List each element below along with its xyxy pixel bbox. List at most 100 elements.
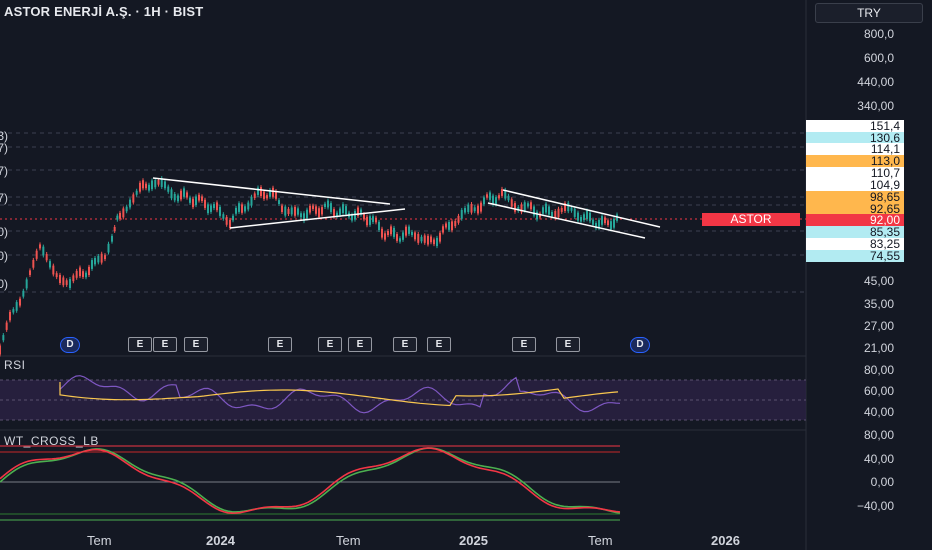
candle-body	[62, 277, 65, 286]
candle-body	[551, 211, 553, 217]
channel-lower-trendline	[487, 202, 646, 239]
candle-body	[345, 206, 347, 215]
candle-body	[294, 206, 296, 216]
time-axis-label: Tem	[588, 533, 613, 548]
time-axis-label: 2025	[459, 533, 488, 548]
rsi-axis-label: 60,00	[863, 384, 894, 398]
candle-body	[12, 309, 15, 313]
candle-body	[430, 236, 432, 243]
earnings-marker[interactable]: E	[427, 337, 451, 352]
rsi-axis-label: 80,00	[863, 363, 894, 377]
candle-body	[170, 189, 173, 199]
candle-body	[507, 195, 510, 201]
candle-body	[151, 180, 153, 190]
candle-body	[281, 205, 283, 213]
candle-body	[164, 181, 166, 189]
candle-body	[167, 186, 170, 192]
dividend-marker[interactable]: D	[630, 337, 650, 353]
candle-body	[157, 180, 160, 185]
candle-body	[88, 266, 90, 276]
candle-body	[213, 204, 215, 209]
rsi-label[interactable]: RSI	[4, 358, 26, 372]
candle-body	[207, 204, 209, 214]
candle-body	[330, 203, 332, 213]
candle-body	[390, 226, 392, 235]
candle-body	[2, 335, 5, 341]
candle-body	[91, 260, 93, 269]
earnings-marker[interactable]: E	[184, 337, 208, 352]
candle-body	[586, 210, 588, 220]
candle-body	[244, 206, 246, 212]
wt-cross-label[interactable]: WT_CROSS_LB	[4, 434, 99, 448]
dividend-marker[interactable]: D	[60, 337, 80, 353]
candle-body	[402, 232, 404, 240]
candle-body	[369, 216, 371, 225]
candle-body	[577, 212, 579, 221]
candle-body	[309, 205, 311, 213]
price-axis-label: 27,00	[863, 319, 894, 333]
candle-body	[290, 207, 293, 215]
candle-body	[111, 235, 113, 242]
candle-body	[284, 206, 287, 216]
wt-axis-label: 40,00	[863, 452, 894, 466]
candle-body	[445, 223, 447, 228]
earnings-marker[interactable]: E	[153, 337, 177, 352]
candle-body	[235, 207, 237, 214]
time-axis-label: 2026	[711, 533, 740, 548]
price-axis-label: 45,00	[863, 274, 894, 288]
candle-body	[125, 206, 128, 212]
candle-body	[372, 216, 374, 222]
clipped-label: 7)	[0, 164, 8, 178]
wt1-line	[0, 447, 621, 514]
candle-body	[177, 195, 179, 202]
candle-body	[210, 205, 212, 212]
earnings-marker[interactable]: E	[512, 337, 536, 352]
candle-body	[477, 205, 479, 214]
candle-body	[52, 265, 55, 275]
candle-body	[75, 270, 78, 278]
candle-body	[45, 253, 48, 261]
candle-body	[324, 203, 326, 208]
candle-body	[339, 208, 341, 215]
candle-body	[439, 232, 441, 242]
price-axis-label: 35,00	[863, 297, 894, 311]
candle-body	[189, 197, 191, 203]
candle-body	[69, 279, 71, 288]
candle-body	[498, 195, 500, 199]
earnings-marker[interactable]: E	[268, 337, 292, 352]
candle-body	[229, 219, 231, 229]
candle-body	[39, 244, 41, 249]
earnings-marker[interactable]: E	[128, 337, 152, 352]
candle-body	[366, 216, 368, 226]
rsi-axis-label: 40,00	[863, 405, 894, 419]
candle-body	[129, 199, 131, 208]
candle-body	[613, 218, 615, 228]
candle-body	[260, 187, 262, 197]
candle-body	[107, 243, 110, 253]
clipped-label: 7)	[0, 191, 8, 205]
chart-canvas[interactable]	[0, 0, 932, 550]
candle-body	[589, 212, 591, 222]
candle-body	[198, 194, 200, 201]
earnings-marker[interactable]: E	[393, 337, 417, 352]
candle-body	[122, 208, 125, 218]
candle-body	[580, 217, 582, 222]
earnings-marker[interactable]: E	[556, 337, 580, 352]
candle-body	[607, 220, 609, 226]
clipped-label: 7)	[0, 141, 8, 155]
candle-body	[427, 235, 429, 245]
candle-body	[321, 207, 323, 215]
earnings-marker[interactable]: E	[318, 337, 342, 352]
earnings-marker[interactable]: E	[348, 337, 372, 352]
time-axis-label: Tem	[87, 533, 112, 548]
candle-body	[384, 233, 386, 240]
candle-body	[592, 219, 594, 225]
candle-body	[327, 200, 329, 208]
candle-body	[460, 209, 463, 219]
candle-body	[104, 255, 106, 260]
candle-body	[464, 208, 466, 213]
candle-body	[495, 197, 497, 205]
candle-body	[378, 221, 380, 231]
price-axis-label: 21,00	[863, 341, 894, 355]
candle-body	[480, 202, 482, 212]
